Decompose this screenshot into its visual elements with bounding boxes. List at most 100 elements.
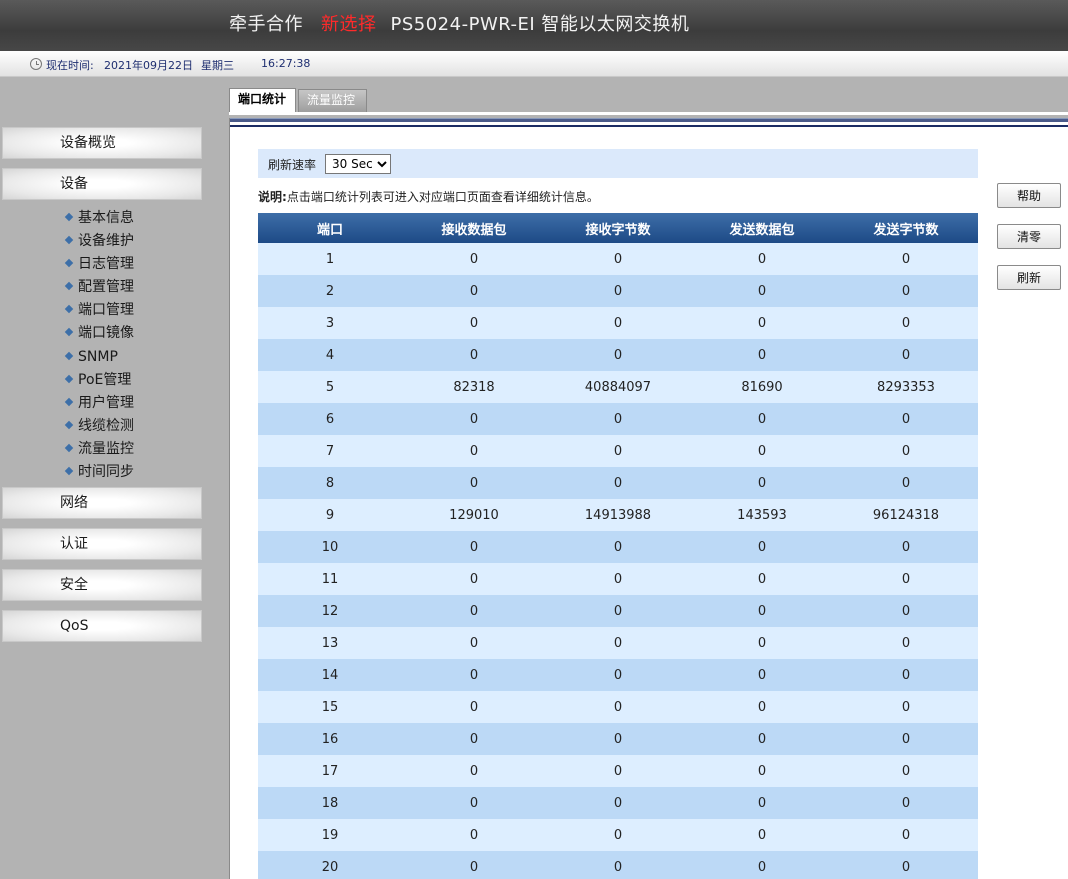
table-row[interactable]: 10 0 0 0 0 <box>258 531 978 563</box>
table-row[interactable]: 14 0 0 0 0 <box>258 659 978 691</box>
sidebar-item-device-maintenance[interactable]: 设备维护 <box>64 230 134 253</box>
table-cell: 0 <box>834 723 978 755</box>
sidebar-item-traffic-monitor[interactable]: 流量监控 <box>64 438 134 461</box>
table-cell: 96124318 <box>834 499 978 531</box>
table-cell: 0 <box>402 307 546 339</box>
table-cell: 0 <box>690 755 834 787</box>
table-cell: 0 <box>690 595 834 627</box>
sidebar-item-snmp[interactable]: SNMP <box>64 346 134 369</box>
current-weekday: 星期三 <box>201 59 234 72</box>
table-row[interactable]: 40000 <box>258 339 978 371</box>
bullet-icon <box>64 397 74 406</box>
table-cell: 82318 <box>402 371 546 403</box>
clock-icon <box>30 58 42 70</box>
sidebar-item-basic-info[interactable]: 基本信息 <box>64 207 134 230</box>
table-cell: 0 <box>834 755 978 787</box>
table-cell: 0 <box>402 339 546 371</box>
table-cell: 13 <box>258 627 402 659</box>
table-row[interactable]: 9 129010 14913988 143593 96124318 <box>258 499 978 531</box>
table-row[interactable]: 15 0 0 0 0 <box>258 691 978 723</box>
table-cell: 0 <box>402 243 546 275</box>
table-row[interactable]: 20 0 0 0 0 <box>258 851 978 879</box>
table-cell: 0 <box>546 339 690 371</box>
table-row[interactable]: 18 0 0 0 0 <box>258 787 978 819</box>
table-cell: 0 <box>690 563 834 595</box>
table-cell: 0 <box>546 531 690 563</box>
table-cell: 0 <box>402 275 546 307</box>
table-cell: 4 <box>258 339 402 371</box>
table-cell: 0 <box>834 691 978 723</box>
table-row[interactable]: 11 0 0 0 0 <box>258 563 978 595</box>
sidebar-item-config-management[interactable]: 配置管理 <box>64 276 134 299</box>
table-row[interactable]: 13 0 0 0 0 <box>258 627 978 659</box>
tab-divider <box>229 112 1068 115</box>
table-cell: 0 <box>834 467 978 499</box>
table-cell: 5 <box>258 371 402 403</box>
table-cell: 1 <box>258 243 402 275</box>
refresh-rate-bar: 刷新速率 30 Sec <box>258 149 978 178</box>
table-row[interactable]: 20000 <box>258 275 978 307</box>
sidebar-section-security[interactable]: 安全 <box>2 569 202 601</box>
table-cell: 0 <box>546 659 690 691</box>
table-cell: 0 <box>546 595 690 627</box>
column-header-tx-packets: 发送数据包 <box>690 213 834 243</box>
table-cell: 0 <box>546 307 690 339</box>
table-cell: 0 <box>834 307 978 339</box>
table-cell: 3 <box>258 307 402 339</box>
table-row[interactable]: 80000 <box>258 467 978 499</box>
table-cell: 0 <box>402 659 546 691</box>
table-cell: 0 <box>402 691 546 723</box>
table-cell: 0 <box>690 307 834 339</box>
sidebar-item-log-management[interactable]: 日志管理 <box>64 253 134 276</box>
table-row[interactable]: 30000 <box>258 307 978 339</box>
sidebar-item-user-management[interactable]: 用户管理 <box>64 392 134 415</box>
table-cell: 0 <box>834 659 978 691</box>
table-row[interactable]: 17 0 0 0 0 <box>258 755 978 787</box>
tab-port-statistics[interactable]: 端口统计 <box>229 88 296 112</box>
brand-slogan-2: 新选择 <box>321 14 377 35</box>
sidebar-section-device[interactable]: 设备 <box>2 168 202 200</box>
table-cell: 18 <box>258 787 402 819</box>
refresh-button[interactable]: 刷新 <box>997 265 1061 290</box>
table-cell: 0 <box>546 467 690 499</box>
table-cell: 0 <box>690 339 834 371</box>
table-row[interactable]: 70000 <box>258 435 978 467</box>
tab-traffic-monitor[interactable]: 流量监控 <box>298 89 367 112</box>
table-row[interactable]: 10000 <box>258 243 978 275</box>
column-header-rx-packets: 接收数据包 <box>402 213 546 243</box>
column-header-rx-bytes: 接收字节数 <box>546 213 690 243</box>
table-cell: 8 <box>258 467 402 499</box>
bullet-icon <box>64 328 74 337</box>
table-cell: 12 <box>258 595 402 627</box>
sidebar-item-port-mirroring[interactable]: 端口镜像 <box>64 322 134 345</box>
refresh-rate-select[interactable]: 30 Sec <box>325 154 391 174</box>
sidebar-item-cable-test[interactable]: 线缆检测 <box>64 415 134 438</box>
sidebar-section-auth[interactable]: 认证 <box>2 528 202 560</box>
clear-button[interactable]: 清零 <box>997 224 1061 249</box>
table-cell: 9 <box>258 499 402 531</box>
table-row[interactable]: 16 0 0 0 0 <box>258 723 978 755</box>
bullet-icon <box>64 258 74 268</box>
table-cell: 0 <box>834 627 978 659</box>
table-row[interactable]: 19 0 0 0 0 <box>258 819 978 851</box>
sidebar-item-time-sync[interactable]: 时间同步 <box>64 461 134 484</box>
help-button[interactable]: 帮助 <box>997 183 1061 208</box>
sidebar-item-port-management[interactable]: 端口管理 <box>64 299 134 322</box>
table-cell: 0 <box>690 627 834 659</box>
table-row[interactable]: 5 82318 40884097 81690 8293353 <box>258 371 978 403</box>
table-cell: 0 <box>402 467 546 499</box>
sidebar-section-network[interactable]: 网络 <box>2 487 202 519</box>
port-statistics-table: 端口 接收数据包 接收字节数 发送数据包 发送字节数 1000020000300… <box>258 213 978 879</box>
table-cell: 40884097 <box>546 371 690 403</box>
table-cell: 0 <box>690 723 834 755</box>
table-row[interactable]: 60000 <box>258 403 978 435</box>
note-label: 说明: <box>258 190 287 204</box>
sidebar-section-qos[interactable]: QoS <box>2 610 202 642</box>
table-cell: 0 <box>546 627 690 659</box>
table-row[interactable]: 12 0 0 0 0 <box>258 595 978 627</box>
sidebar-item-poe-management[interactable]: PoE管理 <box>64 369 134 392</box>
table-cell: 0 <box>546 851 690 879</box>
sidebar-section-overview[interactable]: 设备概览 <box>2 127 202 159</box>
table-cell: 0 <box>834 563 978 595</box>
table-cell: 0 <box>402 723 546 755</box>
